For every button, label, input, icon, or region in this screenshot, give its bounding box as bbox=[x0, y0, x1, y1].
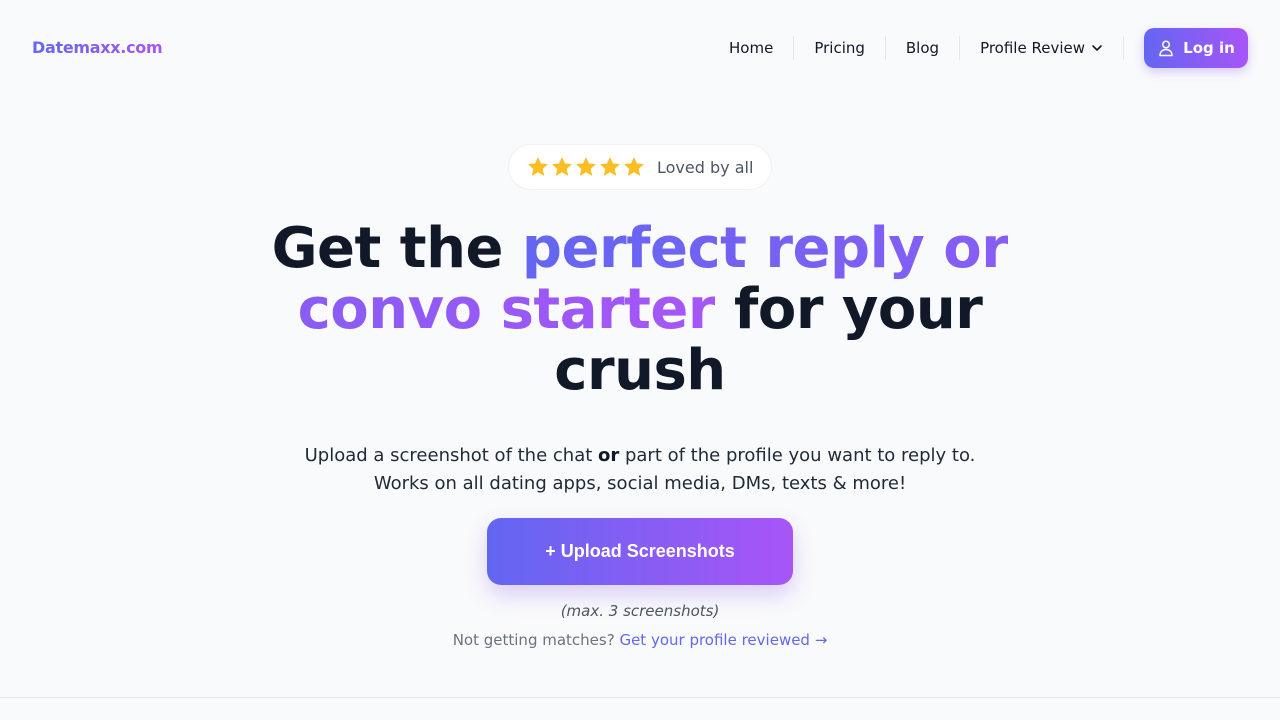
star-icon bbox=[552, 157, 572, 176]
nav-home[interactable]: Home bbox=[709, 36, 793, 60]
user-icon bbox=[1159, 40, 1173, 57]
max-screenshots-note: (max. 3 screenshots) bbox=[560, 602, 720, 620]
nav-divider bbox=[1123, 36, 1124, 60]
upload-screenshots-button[interactable]: + Upload Screenshots bbox=[487, 518, 793, 585]
profile-review-line: Not getting matches? Get your profile re… bbox=[340, 631, 940, 649]
star-icon bbox=[624, 157, 644, 176]
star-icon bbox=[576, 157, 596, 176]
site-header: Datemaxx.com Home Pricing Blog Profile R… bbox=[0, 0, 1280, 96]
nav-pricing[interactable]: Pricing bbox=[794, 36, 885, 60]
star-icon bbox=[600, 157, 620, 176]
chevron-down-icon bbox=[1092, 45, 1102, 51]
review-prompt: Not getting matches? bbox=[452, 631, 620, 649]
main-nav: Home Pricing Blog Profile Review Log in bbox=[709, 28, 1248, 68]
subtext-line-1: Upload a screenshot of the chat or part … bbox=[240, 442, 1040, 470]
nav-profile-review-label: Profile Review bbox=[980, 39, 1085, 57]
subtext-bold: or bbox=[598, 445, 620, 466]
login-label: Log in bbox=[1183, 39, 1235, 57]
headline-pre: Get the bbox=[271, 216, 522, 281]
star-rating bbox=[527, 156, 645, 178]
hero-subtext: Upload a screenshot of the chat or part … bbox=[240, 442, 1040, 498]
subtext-part-1: Upload a screenshot of the chat bbox=[304, 445, 598, 466]
login-button[interactable]: Log in bbox=[1144, 28, 1248, 68]
rating-badge: Loved by all bbox=[508, 144, 772, 190]
rating-label: Loved by all bbox=[657, 157, 754, 177]
nav-profile-review-dropdown[interactable]: Profile Review bbox=[960, 36, 1123, 60]
subtext-part-2: part of the profile you want to reply to… bbox=[619, 445, 976, 466]
profile-review-link[interactable]: Get your profile reviewed → bbox=[619, 631, 827, 649]
nav-blog[interactable]: Blog bbox=[886, 36, 959, 60]
section-divider bbox=[0, 697, 1280, 698]
subtext-line-2: Works on all dating apps, social media, … bbox=[373, 473, 907, 494]
star-icon bbox=[528, 157, 548, 176]
site-logo[interactable]: Datemaxx.com bbox=[32, 38, 163, 57]
hero-headline: Get the perfect reply or convo starter f… bbox=[240, 218, 1040, 401]
